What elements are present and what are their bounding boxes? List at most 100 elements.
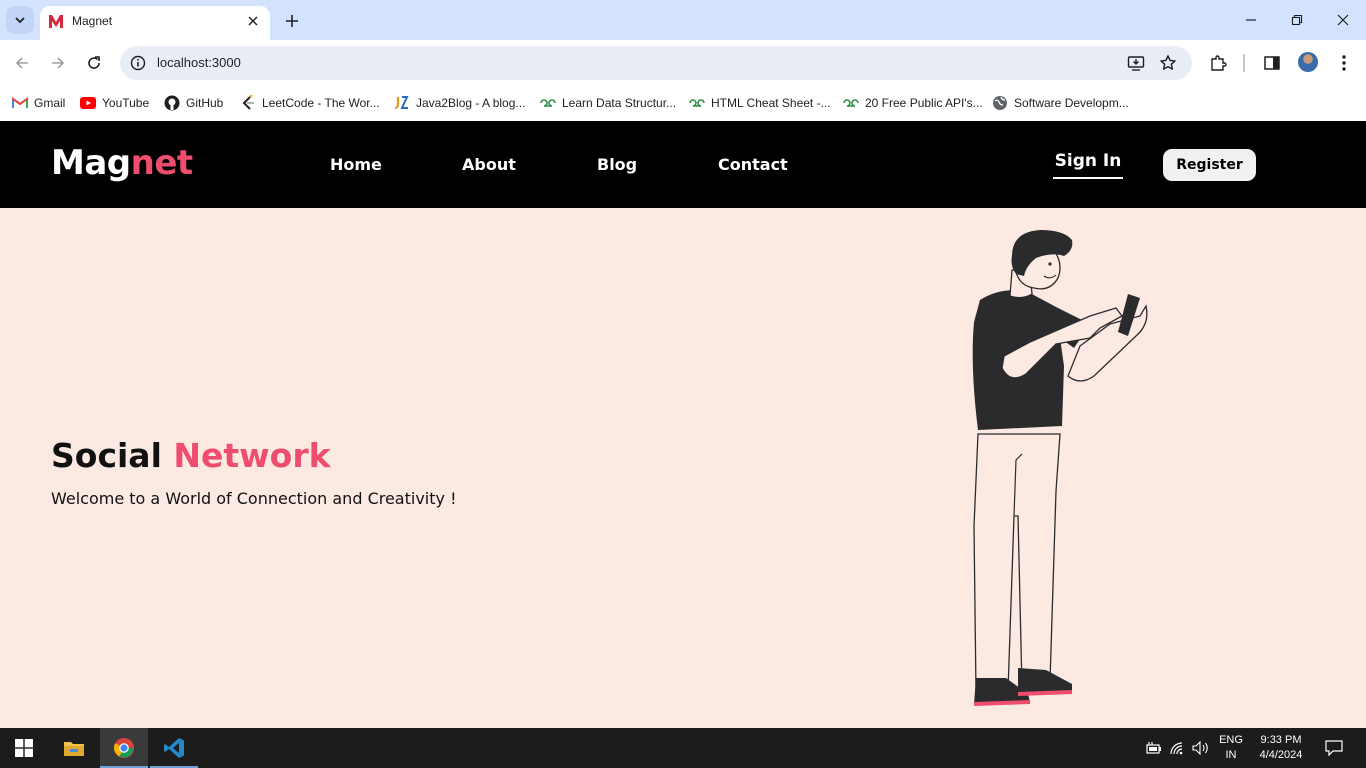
install-icon	[1127, 56, 1145, 71]
bookmark-label: Java2Blog - A blog...	[416, 96, 526, 110]
clock-time: 9:33 PM	[1260, 734, 1302, 746]
github-icon	[164, 95, 180, 111]
wifi-tray-button[interactable]	[1166, 728, 1188, 768]
man-with-phone-illustration	[972, 230, 1148, 706]
vscode-icon	[164, 738, 184, 758]
bookmark-label: HTML Cheat Sheet -...	[711, 96, 831, 110]
youtube-icon	[80, 95, 96, 111]
bookmark-label: Software Developm...	[1014, 96, 1129, 110]
file-explorer-button[interactable]	[50, 728, 98, 768]
logo-part-2: net	[130, 143, 194, 183]
nav-about[interactable]: About	[462, 155, 516, 174]
browser-toolbar: localhost:3000	[0, 40, 1366, 86]
restore-icon	[1291, 14, 1303, 26]
language-region: IN	[1225, 749, 1237, 761]
globe-icon	[992, 95, 1008, 111]
bookmark-label: 20 Free Public API's...	[865, 96, 983, 110]
tab-title: Magnet	[72, 14, 113, 28]
restore-button[interactable]	[1282, 6, 1312, 34]
nav-contact[interactable]: Contact	[718, 155, 788, 174]
java2blog-icon	[394, 95, 410, 111]
hero-title-part-1: Social	[51, 436, 162, 475]
minimize-button[interactable]	[1236, 6, 1266, 34]
site-navbar: Magnet Home About Blog Contact Sign In R…	[0, 121, 1366, 208]
bookmark-label: LeetCode - The Wor...	[262, 96, 380, 110]
geeksforgeeks-icon	[843, 95, 859, 111]
hero-title-part-2: Network	[173, 436, 331, 475]
reload-icon	[88, 56, 100, 69]
bookmark-label: Learn Data Structur...	[562, 96, 677, 110]
start-button[interactable]	[0, 728, 48, 768]
chrome-taskbar-button[interactable]	[100, 728, 148, 768]
nav-blog[interactable]: Blog	[597, 155, 637, 174]
close-icon	[248, 16, 258, 26]
language-indicator[interactable]: ENG IN	[1216, 733, 1246, 763]
hero-subtitle: Welcome to a World of Connection and Cre…	[51, 489, 457, 508]
tab-search-button[interactable]	[6, 6, 34, 34]
logo-part-1: Mag	[51, 143, 131, 183]
hero-section: Social Network Welcome to a World of Con…	[0, 208, 1366, 728]
arrow-left-icon	[15, 57, 28, 69]
bookmark-learn-data-structures[interactable]: Learn Data Structur...	[540, 92, 676, 114]
bookmarks-bar: Gmail YouTube GitHub LeetCode - The Wor.…	[0, 86, 1366, 121]
battery-tray-button[interactable]	[1142, 728, 1164, 768]
bookmark-label: GitHub	[186, 96, 224, 110]
site-logo[interactable]: Magnet	[51, 143, 193, 183]
windows-logo-icon	[15, 739, 33, 757]
clock-date: 4/4/2024	[1259, 749, 1303, 761]
windows-taskbar: ENG IN 9:33 PM 4/4/2024	[0, 728, 1366, 768]
bookmark-free-public-apis[interactable]: 20 Free Public API's...	[843, 92, 983, 114]
menu-button[interactable]	[1332, 51, 1356, 75]
forward-button[interactable]	[46, 51, 70, 75]
back-button[interactable]	[10, 51, 34, 75]
reload-button[interactable]	[82, 51, 106, 75]
register-button[interactable]: Register	[1163, 149, 1256, 181]
bookmark-html-cheat-sheet[interactable]: HTML Cheat Sheet -...	[689, 92, 831, 114]
star-icon	[1160, 55, 1176, 70]
plus-icon	[286, 15, 298, 27]
minimize-icon	[1246, 19, 1256, 21]
vscode-taskbar-button[interactable]	[150, 728, 198, 768]
bookmark-leetcode[interactable]: LeetCode - The Wor...	[240, 92, 380, 114]
bookmark-software-development[interactable]: Software Developm...	[992, 92, 1129, 114]
bookmark-gmail[interactable]: Gmail	[12, 92, 65, 114]
url-text[interactable]: localhost:3000	[157, 55, 241, 70]
bookmark-label: Gmail	[34, 96, 66, 110]
tab-close-button[interactable]	[244, 12, 262, 30]
chevron-down-icon	[15, 17, 25, 24]
new-tab-button[interactable]	[280, 9, 304, 33]
leetcode-icon	[240, 95, 256, 111]
battery-plug-icon	[1146, 742, 1161, 754]
volume-tray-button[interactable]	[1190, 728, 1212, 768]
extensions-button[interactable]	[1206, 51, 1230, 75]
bookmark-youtube[interactable]: YouTube	[80, 92, 149, 114]
sign-in-link[interactable]: Sign In	[1053, 151, 1123, 179]
address-bar[interactable]: localhost:3000	[120, 46, 1192, 80]
geeksforgeeks-icon	[689, 95, 705, 111]
profile-avatar[interactable]	[1298, 52, 1318, 72]
geeksforgeeks-icon	[540, 95, 556, 111]
magnet-m-icon	[49, 15, 63, 28]
side-panel-button[interactable]	[1260, 51, 1284, 75]
bookmark-star-button[interactable]	[1158, 53, 1178, 73]
notification-icon	[1325, 740, 1343, 756]
close-window-button[interactable]	[1328, 6, 1358, 34]
bookmark-label: YouTube	[102, 96, 150, 110]
hero-title: Social Network	[51, 436, 331, 475]
bookmark-java2blog[interactable]: Java2Blog - A blog...	[394, 92, 525, 114]
info-icon	[130, 55, 146, 71]
browser-tab[interactable]: Magnet	[40, 6, 270, 40]
side-panel-icon	[1264, 56, 1280, 70]
close-icon	[1337, 14, 1349, 26]
nav-home[interactable]: Home	[330, 155, 382, 174]
wifi-icon	[1170, 742, 1183, 755]
chrome-icon	[113, 738, 134, 758]
notifications-button[interactable]	[1320, 728, 1348, 768]
site-info-button[interactable]	[128, 53, 148, 73]
bookmark-github[interactable]: GitHub	[164, 92, 223, 114]
install-app-button[interactable]	[1126, 53, 1146, 73]
system-clock[interactable]: 9:33 PM 4/4/2024	[1252, 733, 1310, 763]
language-code: ENG	[1219, 734, 1243, 746]
speaker-icon	[1192, 741, 1208, 755]
tab-strip: Magnet	[0, 0, 1366, 40]
